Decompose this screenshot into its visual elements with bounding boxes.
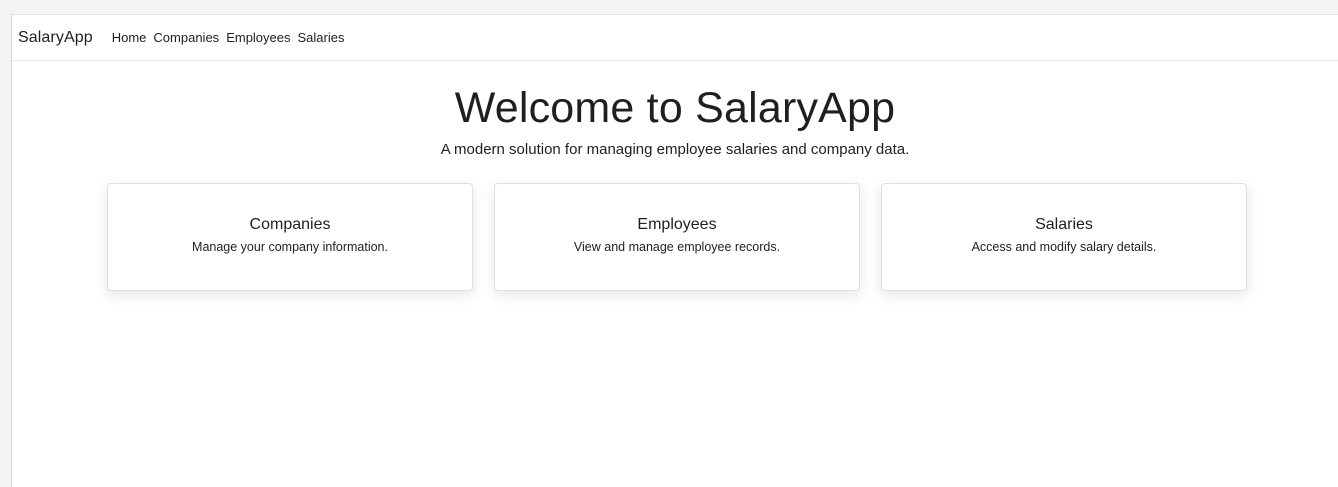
card-title: Employees: [637, 216, 717, 233]
card-companies[interactable]: Companies Manage your company informatio…: [107, 183, 473, 291]
app-window: SalaryApp Home Companies Employees Salar…: [11, 14, 1338, 487]
card-description: Access and modify salary details.: [971, 240, 1157, 254]
feature-cards: Companies Manage your company informatio…: [107, 183, 1247, 291]
nav-link-salaries[interactable]: Salaries: [298, 30, 345, 45]
card-title: Salaries: [1035, 216, 1093, 233]
brand-link[interactable]: SalaryApp: [18, 29, 93, 47]
page-subtitle: A modern solution for managing employee …: [440, 141, 910, 158]
card-title: Companies: [249, 216, 331, 233]
card-description: Manage your company information.: [192, 240, 388, 254]
nav-link-companies[interactable]: Companies: [153, 30, 219, 45]
card-salaries[interactable]: Salaries Access and modify salary detail…: [881, 183, 1247, 291]
nav-links: Home Companies Employees Salaries: [112, 30, 352, 45]
navbar: SalaryApp Home Companies Employees Salar…: [12, 15, 1338, 61]
nav-link-employees[interactable]: Employees: [226, 30, 290, 45]
hero-section: Welcome to SalaryApp A modern solution f…: [12, 82, 1338, 159]
page-title: Welcome to SalaryApp: [454, 84, 896, 132]
card-description: View and manage employee records.: [573, 240, 781, 254]
nav-link-home[interactable]: Home: [112, 30, 147, 45]
card-employees[interactable]: Employees View and manage employee recor…: [494, 183, 860, 291]
